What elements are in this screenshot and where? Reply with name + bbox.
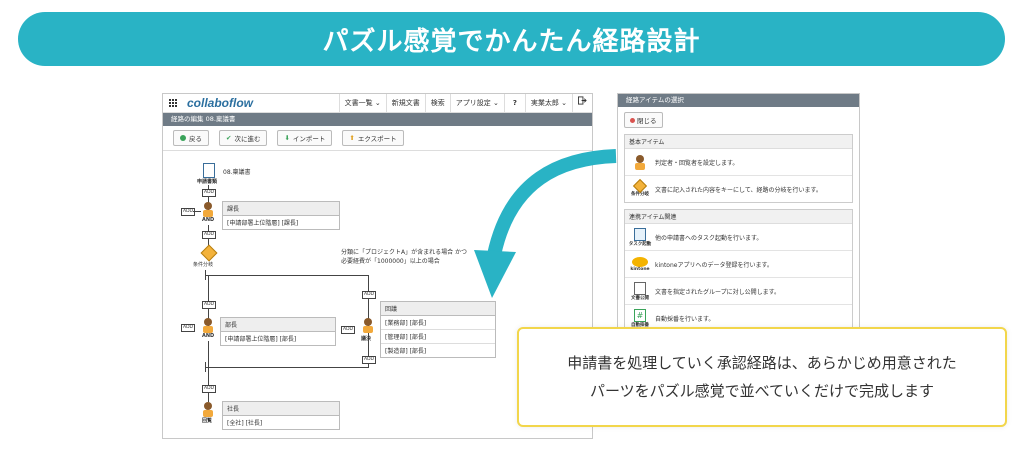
add-chip[interactable]: ADD xyxy=(362,291,377,299)
step-card-shacho[interactable]: 社長 [全社] [社長] xyxy=(222,401,340,430)
step-card-kacho[interactable]: 課長 [申請部署上位階層] [課長] xyxy=(222,201,340,230)
menu-documents[interactable]: 文書一覧 ⌄ xyxy=(338,94,386,112)
import-label: インポート xyxy=(292,135,326,143)
back-label: 戻る xyxy=(189,135,202,143)
item-description: 自動採番を行います。 xyxy=(655,315,715,323)
add-chip[interactable]: ADD xyxy=(202,231,217,239)
add-chip[interactable]: ADD xyxy=(202,301,217,309)
close-label: 閉じる xyxy=(637,117,657,125)
route-item-panel: 経路アイテムの選択 閉じる 基本アイテム 判定者・回覧者を設定します。 条件分岐… xyxy=(617,93,860,333)
step-row: [申請部署上位階層] [部長] xyxy=(225,336,297,343)
explanation-callout: 申請書を処理していく承認経路は、あらかじめ用意された パーツをパズル感覚で並べて… xyxy=(517,327,1007,427)
back-icon xyxy=(180,135,186,141)
condition-text-1: 分類に「プロジェクトA」が含まれる場合 かつ xyxy=(341,249,468,256)
step-card-kaigi[interactable]: 回議 [業務部] [部長] [管理部] [部長] [製造部] [部長] xyxy=(380,301,496,358)
close-button[interactable]: 閉じる xyxy=(624,112,663,128)
export-button[interactable]: ⬆ エクスポート xyxy=(342,130,404,146)
menu-app-settings[interactable]: アプリ設定 ⌄ xyxy=(449,94,504,112)
circulation-label: 回覧 xyxy=(202,418,213,424)
import-icon: ⬇ xyxy=(284,134,290,142)
item-description: 判定者・回覧者を設定します。 xyxy=(655,159,739,167)
close-icon xyxy=(630,117,635,123)
approver-icon xyxy=(203,402,213,417)
section-header: 基本アイテム xyxy=(625,135,852,149)
callout-line-1: 申請書を処理していく承認経路は、あらかじめ用意された xyxy=(567,354,957,372)
item-description: 文書を指定されたグループに対し公開します。 xyxy=(655,288,781,296)
export-icon: ⬆ xyxy=(349,134,355,142)
curved-arrow-graphic xyxy=(474,149,617,298)
next-button[interactable]: ✔ 次に進む xyxy=(219,130,268,146)
approver-icon xyxy=(203,202,213,217)
decision-label: 議決 xyxy=(361,336,372,342)
document-publish-icon xyxy=(634,281,646,295)
item-icon-label: kintone xyxy=(630,266,650,272)
back-button[interactable]: 戻る xyxy=(173,130,209,146)
section-header: 連携アイテム関連 xyxy=(625,210,852,224)
condition-label: 条件分岐 xyxy=(193,262,214,268)
applicant-label: 申請書類 xyxy=(197,179,218,185)
condition-branch-icon xyxy=(200,244,218,262)
condition-text-2: 必要経費が「1000000」以上の場合 xyxy=(341,258,440,265)
document-icon xyxy=(203,163,215,178)
logout-icon[interactable] xyxy=(572,94,592,112)
headline-text: パズル感覚でかんたん経路設計 xyxy=(322,26,701,57)
item-description: 文書に記入された内容をキーにして、経路の分岐を行います。 xyxy=(655,186,822,194)
next-label: 次に進む xyxy=(234,135,261,143)
add-chip[interactable]: ADD xyxy=(181,324,196,332)
menu-new-document[interactable]: 新規文書 xyxy=(385,94,425,112)
import-button[interactable]: ⬇ インポート xyxy=(277,130,333,146)
kintone-icon xyxy=(632,256,648,267)
add-chip[interactable]: ADD xyxy=(362,356,377,364)
item-icon-label: タスク起動 xyxy=(628,241,652,247)
item-task-launch[interactable]: タスク起動 他の申請書へのタスク起動を行います。 xyxy=(625,224,852,251)
app-grid-icon[interactable] xyxy=(169,99,179,107)
add-chip[interactable]: ADD xyxy=(341,326,356,334)
hash-icon: # xyxy=(634,308,646,322)
document-name: 08.稟議書 xyxy=(223,169,251,176)
linked-items-section: 連携アイテム関連 タスク起動 他の申請書へのタスク起動を行います。 kinton… xyxy=(624,209,853,332)
step-row: [業務部] [部長] xyxy=(381,316,495,330)
and-label: AND xyxy=(202,333,215,339)
user-menu[interactable]: 実業太郎 ⌄ xyxy=(524,94,572,112)
panel-title: 経路アイテムの選択 xyxy=(618,94,859,107)
step-row: [管理部] [部長] xyxy=(381,330,495,344)
item-kintone[interactable]: kintone kintoneアプリへのデータ登録を行います。 xyxy=(625,251,852,278)
approver-icon xyxy=(363,318,373,333)
item-description: kintoneアプリへのデータ登録を行います。 xyxy=(655,261,773,269)
and-label: AND xyxy=(202,217,215,223)
app-topbar: collaboflow 文書一覧 ⌄ 新規文書 検索 アプリ設定 ⌄ ? 実業太… xyxy=(163,94,592,113)
approver-icon xyxy=(635,155,645,170)
step-card-bucho[interactable]: 部長 [申請部署上位階層] [部長] xyxy=(220,317,336,346)
add-chip[interactable]: ADD xyxy=(202,189,217,197)
step-header: 社長 xyxy=(223,402,339,416)
check-icon: ✔ xyxy=(226,134,232,142)
item-document-publish[interactable]: 文書公開 文書を指定されたグループに対し公開します。 xyxy=(625,278,852,305)
add-chip[interactable]: ADD xyxy=(202,385,217,393)
approver-icon xyxy=(203,318,213,333)
step-header: 部長 xyxy=(221,318,335,332)
item-icon-label: 文書公開 xyxy=(631,295,649,301)
step-row: [製造部] [部長] xyxy=(385,348,427,355)
export-label: エクスポート xyxy=(357,135,397,143)
item-condition-branch[interactable]: 条件分岐 文書に記入された内容をキーにして、経路の分岐を行います。 xyxy=(625,176,852,202)
task-launch-icon xyxy=(634,227,646,241)
callout-line-2: パーツをパズル感覚で並べていくだけで完成します xyxy=(589,382,935,400)
headline-banner: パズル感覚でかんたん経路設計 xyxy=(18,12,1005,66)
step-row: [申請部署上位階層] [課長] xyxy=(227,220,299,227)
step-header: 課長 xyxy=(223,202,339,216)
item-approver[interactable]: 判定者・回覧者を設定します。 xyxy=(625,149,852,176)
app-logo[interactable]: collaboflow xyxy=(187,96,253,110)
step-row: [全社] [社長] xyxy=(227,420,263,427)
help-icon[interactable]: ? xyxy=(503,94,525,112)
window-title: 経路の編集 08.稟議書 xyxy=(163,113,592,126)
top-menu: 文書一覧 ⌄ 新規文書 検索 アプリ設定 ⌄ ? 実業太郎 ⌄ xyxy=(338,94,592,112)
basic-items-section: 基本アイテム 判定者・回覧者を設定します。 条件分岐 文書に記入された内容をキー… xyxy=(624,134,853,203)
add-chip[interactable]: ADD xyxy=(181,208,196,216)
menu-search[interactable]: 検索 xyxy=(424,94,450,112)
item-description: 他の申請書へのタスク起動を行います。 xyxy=(655,234,763,242)
